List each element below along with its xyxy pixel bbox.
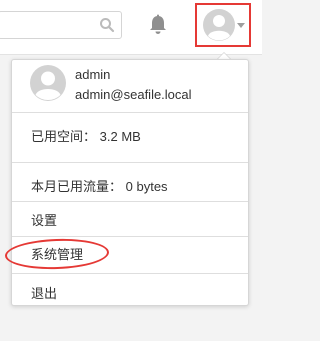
traffic-value: 0 bytes bbox=[125, 179, 168, 194]
top-header bbox=[0, 0, 262, 55]
divider bbox=[12, 201, 248, 202]
caret-down-icon bbox=[237, 23, 245, 28]
storage-label: 已用空间： bbox=[31, 129, 97, 144]
menu-item-label: 设置 bbox=[31, 213, 58, 228]
divider bbox=[12, 112, 248, 113]
traffic-label: 本月已用流量： bbox=[31, 179, 123, 194]
search-input[interactable] bbox=[0, 11, 122, 39]
menu-item-settings[interactable]: 设置 bbox=[12, 205, 248, 229]
bell-icon[interactable] bbox=[148, 14, 168, 36]
divider bbox=[12, 236, 248, 237]
user-menu-toggle[interactable] bbox=[195, 3, 251, 47]
storage-value: 3.2 MB bbox=[99, 129, 141, 144]
user-info: admin admin@seafile.local bbox=[12, 60, 248, 112]
divider bbox=[12, 162, 248, 163]
menu-item-label: 退出 bbox=[31, 286, 58, 301]
user-avatar-icon bbox=[30, 65, 66, 101]
search-icon[interactable] bbox=[99, 17, 115, 33]
divider bbox=[12, 273, 248, 274]
menu-item-logout[interactable]: 退出 bbox=[12, 280, 248, 304]
storage-usage: 已用空间： 3.2 MB bbox=[12, 122, 248, 146]
username: admin bbox=[75, 67, 111, 82]
user-email: admin@seafile.local bbox=[75, 87, 192, 102]
traffic-usage: 本月已用流量： 0 bytes bbox=[12, 172, 248, 196]
user-avatar-icon bbox=[203, 9, 235, 41]
